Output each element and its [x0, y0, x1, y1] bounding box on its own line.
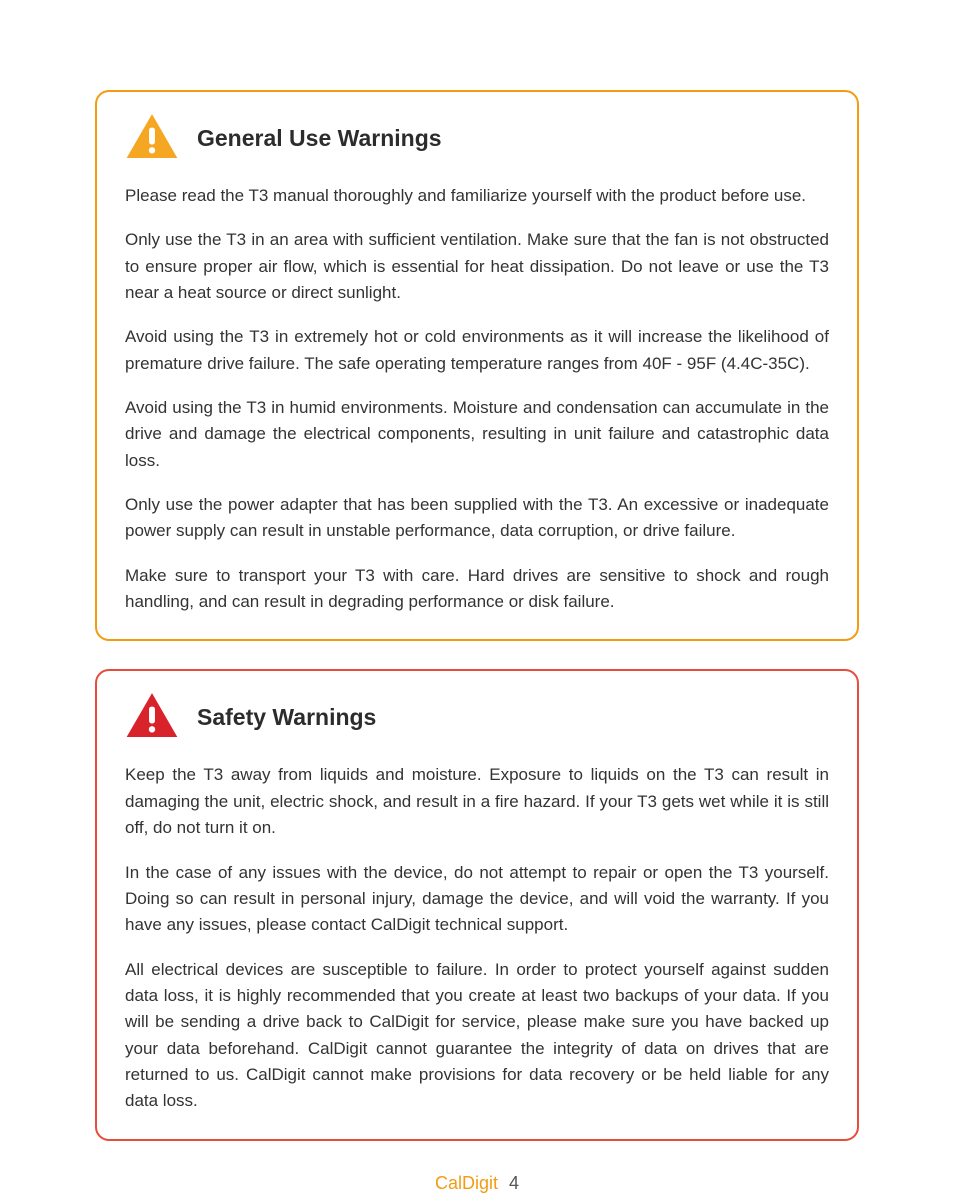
warning-triangle-icon — [125, 112, 179, 165]
section-header: Safety Warnings — [125, 691, 829, 744]
section-title: Safety Warnings — [197, 704, 376, 731]
section-header: General Use Warnings — [125, 112, 829, 165]
warning-triangle-icon — [125, 691, 179, 744]
warning-paragraph: Make sure to transport your T3 with care… — [125, 563, 829, 616]
warning-section: General Use Warnings Please read the T3 m… — [95, 90, 859, 641]
warning-paragraph: Avoid using the T3 in extremely hot or c… — [125, 324, 829, 377]
warning-paragraph: Only use the power adapter that has been… — [125, 492, 829, 545]
section-title: General Use Warnings — [197, 125, 442, 152]
page-footer: CalDigit 4 — [95, 1173, 859, 1194]
warning-paragraph: In the case of any issues with the devic… — [125, 860, 829, 939]
warning-paragraph: Only use the T3 in an area with sufficie… — [125, 227, 829, 306]
warning-paragraph: All electrical devices are susceptible t… — [125, 957, 829, 1115]
warning-paragraph: Please read the T3 manual thoroughly and… — [125, 183, 829, 209]
warning-paragraph: Keep the T3 away from liquids and moistu… — [125, 762, 829, 841]
warning-paragraph: Avoid using the T3 in humid environments… — [125, 395, 829, 474]
warning-section: Safety Warnings Keep the T3 away from liq… — [95, 669, 859, 1140]
